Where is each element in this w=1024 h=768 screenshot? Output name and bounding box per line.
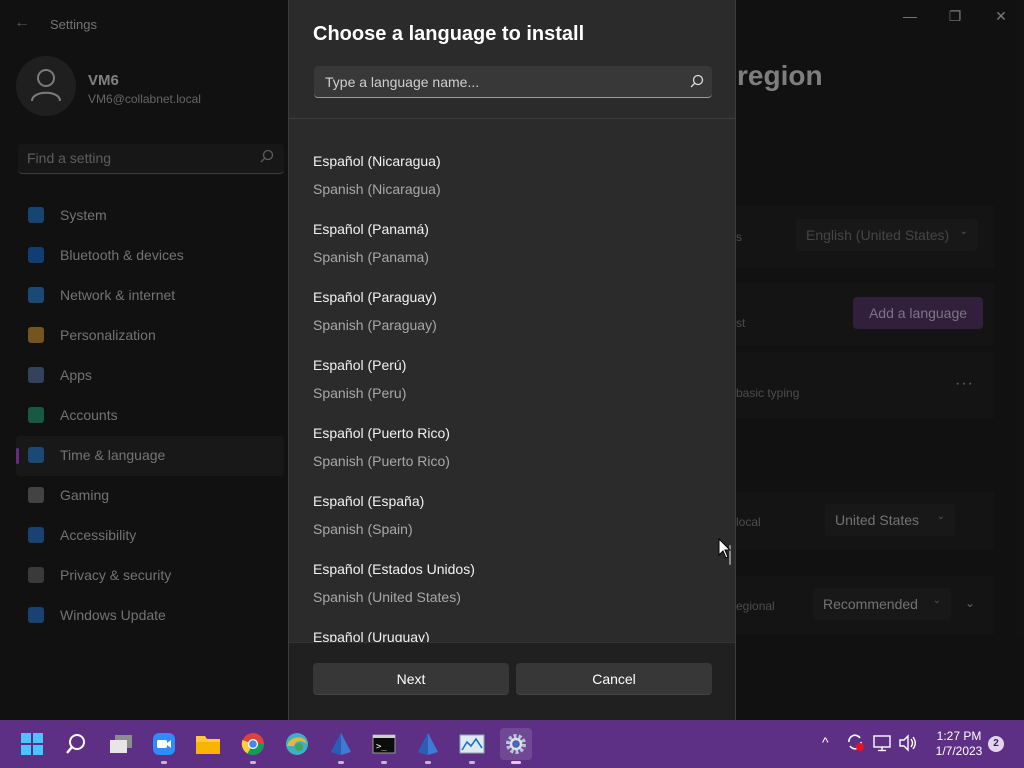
language-native-name: Español (Panamá)	[313, 221, 429, 237]
language-english-name: Spanish (Nicaragua)	[313, 181, 441, 197]
task-view-icon[interactable]	[105, 728, 137, 760]
terminal-icon[interactable]: >_	[368, 728, 400, 764]
notification-badge[interactable]: 2	[988, 736, 1004, 752]
mouse-cursor-icon	[718, 537, 732, 565]
next-button[interactable]: Next	[313, 663, 509, 695]
edge-icon[interactable]	[281, 728, 313, 760]
volume-icon[interactable]	[898, 734, 918, 768]
language-list[interactable]: Español (Nicaragua) Spanish (Nicaragua) Es…	[289, 119, 735, 642]
settings-icon[interactable]	[500, 728, 532, 764]
language-english-name: Spanish (Spain)	[313, 521, 413, 537]
language-list-item[interactable]: Español (Paraguay) Spanish (Paraguay)	[289, 289, 735, 357]
language-list-item[interactable]: Español (Uruguay)	[289, 629, 735, 642]
app-icon[interactable]	[412, 728, 444, 764]
language-search-field[interactable]	[314, 66, 712, 98]
sync-icon[interactable]	[845, 732, 865, 768]
language-list-item[interactable]: Español (Estados Unidos) Spanish (United …	[289, 561, 735, 629]
language-english-name: Spanish (Puerto Rico)	[313, 453, 450, 469]
language-list-item[interactable]: Español (España) Spanish (Spain)	[289, 493, 735, 561]
app-icon[interactable]	[325, 728, 357, 764]
taskbar: >_ ^ 1:27 PM 1/7/2023	[0, 720, 1024, 768]
network-icon[interactable]	[872, 734, 892, 768]
language-native-name: Español (Uruguay)	[313, 629, 430, 642]
svg-text:>_: >_	[376, 742, 387, 752]
language-native-name: Español (España)	[313, 493, 425, 509]
language-english-name: Spanish (Peru)	[313, 385, 407, 401]
language-english-name: Spanish (United States)	[313, 589, 461, 605]
dialog-title: Choose a language to install	[313, 23, 585, 45]
language-native-name: Español (Puerto Rico)	[313, 425, 450, 441]
dialog-footer: Next Cancel	[289, 642, 735, 720]
show-hidden-icons-chevron-icon[interactable]: ^	[822, 734, 829, 768]
language-list-item[interactable]: Español (Panamá) Spanish (Panama)	[289, 221, 735, 289]
language-english-name: Spanish (Panama)	[313, 249, 429, 265]
language-list-item[interactable]: Español (Perú) Spanish (Peru)	[289, 357, 735, 425]
clock-date: 1/7/2023	[935, 744, 983, 758]
language-native-name: Español (Paraguay)	[313, 289, 437, 305]
language-list-item[interactable]: Español (Puerto Rico) Spanish (Puerto Ric…	[289, 425, 735, 493]
clock[interactable]: 1:27 PM 1/7/2023	[930, 729, 988, 759]
search-icon	[690, 74, 704, 93]
cancel-button[interactable]: Cancel	[516, 663, 712, 695]
language-native-name: Español (Nicaragua)	[313, 153, 441, 169]
language-native-name: Español (Estados Unidos)	[313, 561, 475, 577]
start-icon[interactable]	[16, 728, 48, 760]
language-search-input[interactable]	[314, 66, 674, 97]
zoom-icon[interactable]	[148, 728, 180, 764]
language-english-name: Spanish (Paraguay)	[313, 317, 437, 333]
search-icon[interactable]	[60, 728, 92, 760]
resource-monitor-icon[interactable]	[456, 728, 488, 764]
chrome-icon[interactable]	[237, 728, 269, 764]
language-install-dialog: Choose a language to install Español (Ni…	[288, 0, 736, 720]
language-native-name: Español (Perú)	[313, 357, 407, 373]
file-explorer-icon[interactable]	[192, 728, 224, 760]
clock-time: 1:27 PM	[936, 729, 982, 743]
language-list-item[interactable]: Español (Nicaragua) Spanish (Nicaragua)	[289, 153, 735, 221]
